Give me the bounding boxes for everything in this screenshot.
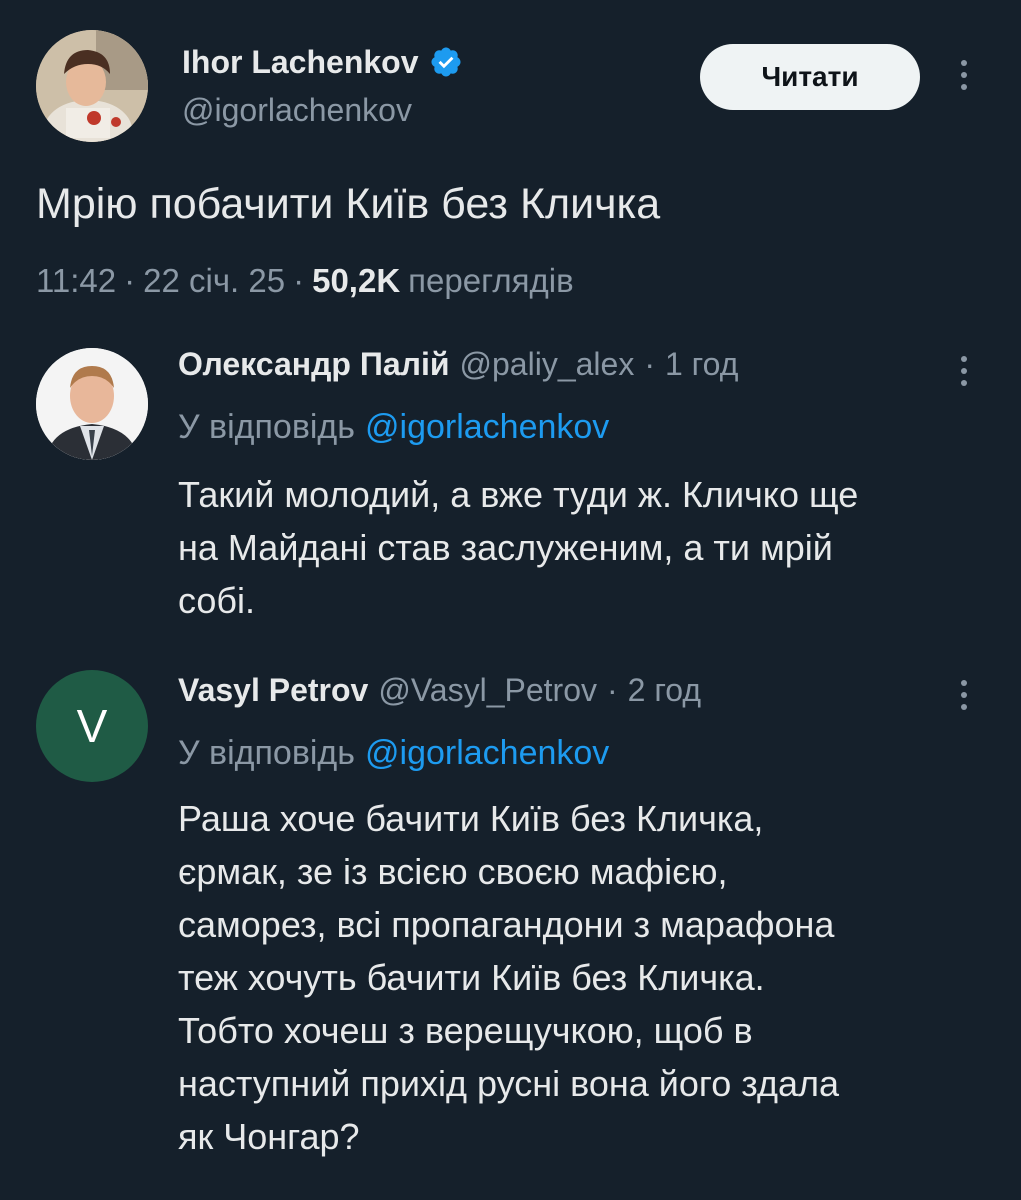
reply-avatar[interactable]: V <box>36 670 148 782</box>
more-options-icon[interactable] <box>959 680 969 710</box>
tweet-date[interactable]: 22 січ. 25 <box>143 262 285 300</box>
author-name[interactable]: Ihor Lachenkov <box>182 44 419 81</box>
reply-header: Vasyl Petrov @Vasyl_Petrov · 2 год <box>178 672 701 709</box>
reply-text: Такий молодий, а вже туди ж. Кличко ще н… <box>178 474 859 621</box>
reply-author-name[interactable]: Олександр Палій <box>178 346 450 383</box>
reply-avatar[interactable] <box>36 348 148 460</box>
views-count: 50,2K <box>312 262 401 299</box>
reply-time[interactable]: 2 год <box>628 672 701 709</box>
more-options-icon[interactable] <box>959 60 969 90</box>
reply-to-handle-link[interactable]: @igorlachenkov <box>365 408 609 447</box>
verified-badge-icon <box>429 45 463 79</box>
follow-button[interactable]: Читати <box>700 44 920 110</box>
meta-separator: · <box>644 346 655 382</box>
reply-to-handle-link[interactable]: @igorlachenkov <box>365 734 609 773</box>
reply-text: Раша хоче бачити Київ без Кличка, єрмак,… <box>178 798 840 1157</box>
reply-to-line: У відповідь @igorlachenkov <box>178 408 609 447</box>
reply-header: Олександр Палій @paliy_alex · 1 год <box>178 346 738 383</box>
reply-to-label: У відповідь <box>178 408 355 446</box>
meta-separator: · <box>293 262 305 299</box>
reply-avatar-image <box>36 348 148 460</box>
avatar-letter: V <box>76 700 108 752</box>
meta-separator: · <box>606 672 618 708</box>
more-options-icon[interactable] <box>959 356 969 386</box>
reply-to-line: У відповідь @igorlachenkov <box>178 734 609 773</box>
author-avatar-image <box>36 30 148 142</box>
author-handle[interactable]: @igorlachenkov <box>182 92 412 129</box>
views-label: переглядів <box>408 262 574 299</box>
reply-to-label: У відповідь <box>178 734 355 772</box>
author-avatar[interactable] <box>36 30 148 142</box>
tweet-meta: 11:42 · 22 січ. 25 · 50,2K переглядів <box>36 262 574 300</box>
meta-separator: · <box>124 262 136 299</box>
tweet-text: Мрію побачити Київ без Кличка <box>36 180 661 228</box>
reply-author-name[interactable]: Vasyl Petrov <box>178 672 368 709</box>
author-name-row: Ihor Lachenkov <box>182 40 463 84</box>
tweet-time[interactable]: 11:42 <box>36 262 116 300</box>
reply-author-handle[interactable]: @paliy_alex <box>460 346 635 383</box>
reply-time[interactable]: 1 год <box>665 346 738 383</box>
reply-author-handle[interactable]: @Vasyl_Petrov <box>378 672 597 709</box>
